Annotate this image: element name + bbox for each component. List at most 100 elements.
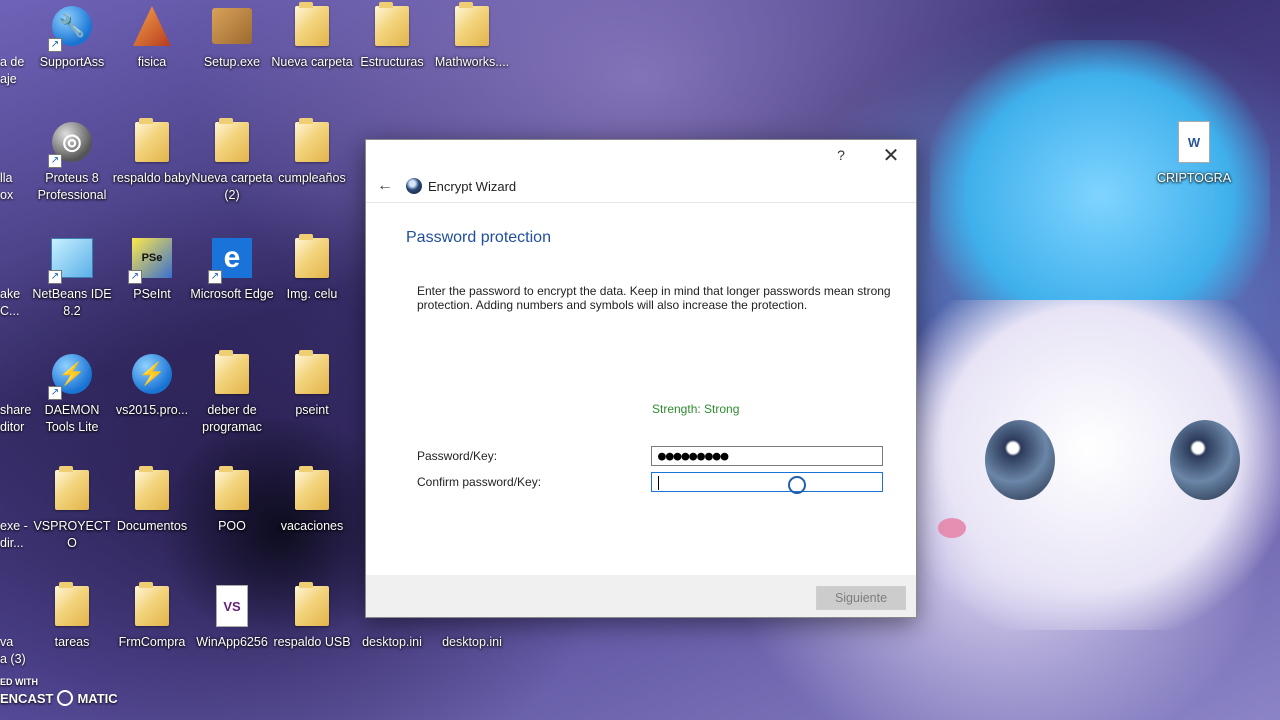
icon-label: Nueva carpeta (2) (191, 171, 273, 202)
help-button[interactable]: ? (818, 140, 864, 170)
folder-icon (215, 118, 249, 162)
wallpaper-cat-nose (938, 518, 966, 538)
desktop-icon-vacaciones[interactable]: vacaciones (272, 466, 352, 535)
wallpaper-cat-face (900, 300, 1280, 630)
shortcut-arrow-icon: ↗ (48, 270, 62, 284)
desktop-icon-nueva-carpeta[interactable]: Nueva carpeta (271, 2, 353, 71)
folder-icon (295, 582, 329, 626)
icon-label: desktop.ini (442, 635, 502, 649)
icon-label: respaldo USB (273, 635, 351, 649)
setup-icon (212, 8, 252, 44)
icon-label: cumpleaños (278, 171, 346, 185)
icon-label: NetBeans IDE 8.2 (32, 287, 112, 318)
folder-icon (135, 466, 169, 510)
wizard-header: ← Encrypt Wizard (366, 170, 916, 203)
desktop-icon-criptogra[interactable]: W CRIPTOGRA (1154, 120, 1234, 187)
desktop-icon-winapp6256[interactable]: VS WinApp6256 (192, 584, 272, 651)
partial-label[interactable]: ake C... (0, 286, 20, 320)
desktop-icon-pseint-folder[interactable]: pseint (272, 350, 352, 419)
desktop-icon-cumpleanos[interactable]: cumpleaños (272, 118, 352, 187)
icon-label: POO (218, 519, 246, 533)
desktop-icon-estructuras[interactable]: Estructuras (352, 2, 432, 71)
folder-icon (55, 582, 89, 626)
wallpaper-cat-eye-right (1170, 420, 1240, 500)
encrypt-wizard-icon (406, 178, 422, 194)
matlab-icon (133, 6, 171, 46)
desktop-icon-img-celu[interactable]: Img. celu (272, 234, 352, 303)
desktop-icon-nueva-carpeta-2[interactable]: Nueva carpeta (2) (191, 118, 273, 204)
confirm-password-field[interactable] (651, 472, 883, 492)
folder-icon (135, 582, 169, 626)
folder-icon (135, 118, 169, 162)
watermark: ENCAST MATIC (0, 690, 118, 706)
icon-label: Img. celu (286, 287, 338, 301)
folder-icon (55, 466, 89, 510)
icon-label: tareas (54, 635, 90, 649)
icon-label: SupportAss (39, 55, 105, 69)
partial-label[interactable]: lla ox (0, 170, 13, 204)
vs-file-icon: VS (216, 585, 248, 627)
next-button[interactable]: Siguiente (816, 586, 906, 610)
back-arrow-icon[interactable]: ← (370, 177, 400, 195)
shortcut-arrow-icon: ↗ (48, 38, 62, 52)
icon-label: vacaciones (280, 519, 344, 533)
desktop-icon-deber-programac[interactable]: deber de programac (192, 350, 272, 436)
close-button[interactable]: ✕ (868, 140, 914, 170)
confirm-password-label: Confirm password/Key: (417, 475, 542, 489)
desktop-icon-vsproyecto[interactable]: VSPROYECTO (32, 466, 112, 552)
description-text: Enter the password to encrypt the data. … (417, 284, 891, 312)
partial-label[interactable]: va a (3) (0, 634, 26, 668)
folder-icon (215, 466, 249, 510)
desktop-icon-proteus[interactable]: ◎ ↗ Proteus 8 Professional (32, 120, 112, 204)
desktop-icon-supportassist[interactable]: 🔧 ↗ SupportAss (32, 4, 112, 71)
password-strength: Strength: Strong (652, 402, 740, 416)
daemon-tools-icon: ⚡ (132, 354, 172, 394)
icon-label: WinApp6256 (196, 635, 268, 649)
partial-label[interactable]: share ditor (0, 402, 31, 436)
password-field[interactable]: ●●●●●●●●● (651, 446, 883, 466)
folder-icon (455, 2, 489, 46)
shortcut-arrow-icon: ↗ (48, 386, 62, 400)
dialog-footer: Siguiente (366, 575, 916, 617)
icon-label: Estructuras (360, 55, 424, 69)
folder-icon (295, 466, 329, 510)
desktop-icon-netbeans[interactable]: ↗ NetBeans IDE 8.2 (32, 236, 112, 320)
icon-label: desktop.ini (362, 635, 422, 649)
icon-label: fisica (137, 55, 167, 69)
icon-label: PSeInt (133, 287, 171, 301)
wallpaper-cat-eye-left (985, 420, 1055, 500)
shortcut-arrow-icon: ↗ (208, 270, 222, 284)
desktop-icon-respaldo-baby[interactable]: respaldo baby (112, 118, 192, 187)
dialog-titlebar: ? ✕ (366, 140, 916, 170)
icon-label: VSPROYECTO (33, 519, 111, 550)
desktop-icon-tareas[interactable]: tareas (32, 582, 112, 651)
page-title: Password protection (406, 229, 551, 246)
encrypt-wizard-dialog: ? ✕ ← Encrypt Wizard Password protection… (365, 139, 917, 618)
desktop-icon-daemon-tools[interactable]: ⚡ ↗ DAEMON Tools Lite (32, 352, 112, 436)
icon-label: CRIPTOGRA (1156, 171, 1232, 185)
desktop-icon-edge[interactable]: e ↗ Microsoft Edge (190, 236, 274, 303)
icon-label: deber de programac (202, 403, 262, 434)
folder-icon (295, 350, 329, 394)
desktop-icon-frmcompra[interactable]: FrmCompra (112, 582, 192, 651)
desktop-icon-poo[interactable]: POO (192, 466, 272, 535)
record-icon (57, 690, 74, 706)
icon-label: Proteus 8 Professional (37, 171, 107, 202)
desktop-icon-setup[interactable]: Setup.exe (192, 4, 272, 71)
wizard-title: Encrypt Wizard (428, 178, 517, 194)
desktop-icon-pseint-app[interactable]: PSe ↗ PSeInt (112, 236, 192, 303)
folder-icon (375, 2, 409, 46)
password-label: Password/Key: (417, 449, 498, 463)
desktop-icon-fisica[interactable]: fisica (112, 4, 192, 71)
desktop-icon-mathworks[interactable]: Mathworks.... (432, 2, 512, 71)
partial-label[interactable]: exe - dir... (0, 518, 28, 552)
text-caret (658, 475, 659, 490)
word-doc-icon: W (1178, 121, 1210, 163)
icon-label: Microsoft Edge (190, 287, 274, 301)
desktop-icon-respaldo-usb[interactable]: respaldo USB (272, 582, 352, 651)
watermark-text-b: MATIC (77, 690, 118, 706)
desktop-icon-documentos[interactable]: Documentos (112, 466, 192, 535)
partial-label[interactable]: a de aje (0, 54, 24, 88)
icon-label: FrmCompra (118, 635, 186, 649)
desktop-icon-vs2015[interactable]: ⚡ vs2015.pro... (112, 352, 192, 419)
